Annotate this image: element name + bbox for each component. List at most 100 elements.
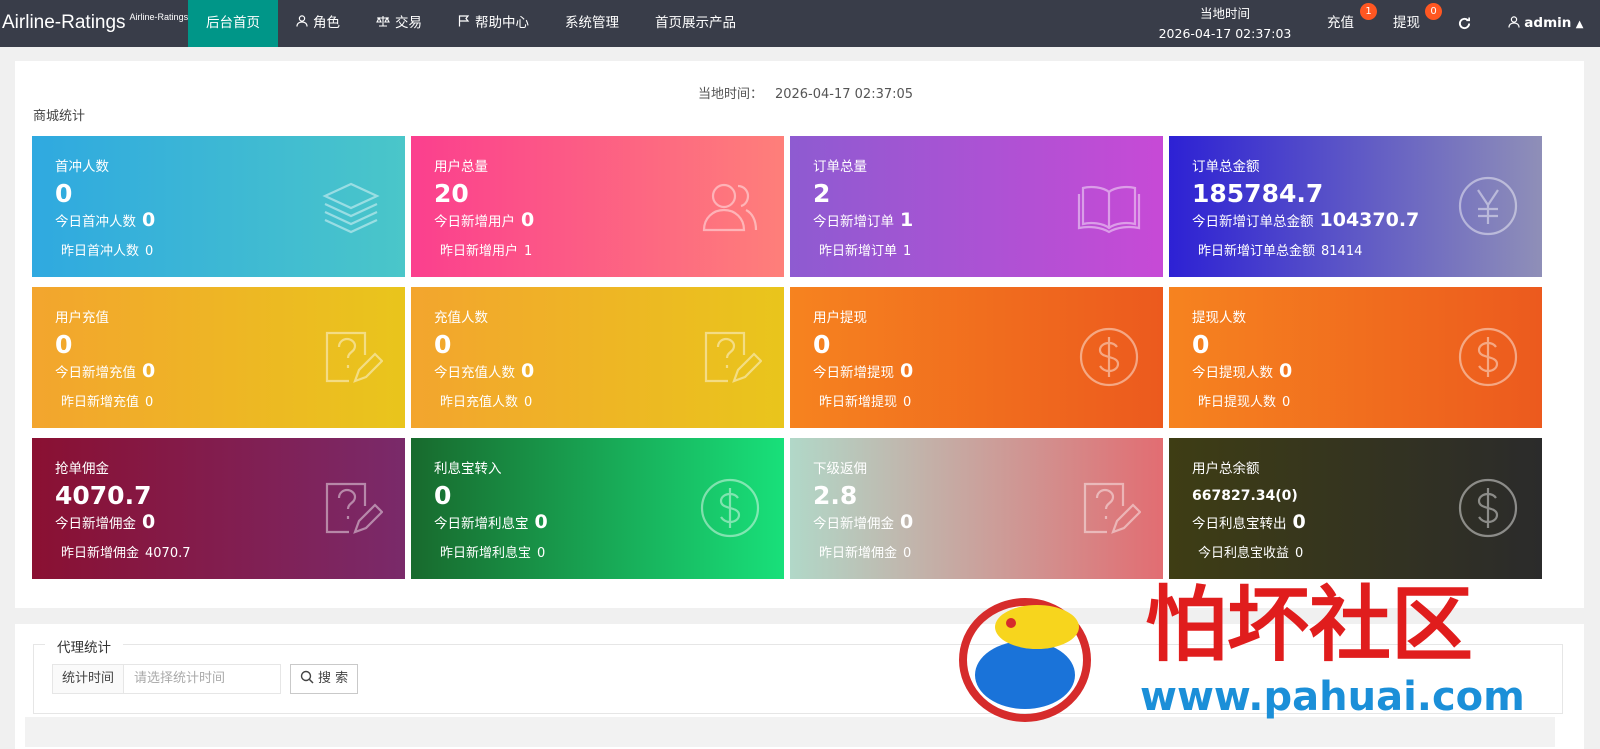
brand-sub: Airline-Ratings <box>129 12 189 22</box>
user-menu[interactable]: admin ▲ <box>1508 0 1583 47</box>
card-today: 今日利息宝转出 0 <box>1192 511 1306 533</box>
withdraw-badge: 0 <box>1425 3 1442 20</box>
caret-down-icon: ▲ <box>1575 19 1584 30</box>
card-yesterday-label: 昨日充值人数 <box>440 395 519 410</box>
yen-icon <box>1456 174 1520 238</box>
nav-trade[interactable]: 交易 <box>358 0 440 47</box>
local-time-label: 当地时间： <box>697 87 763 102</box>
card-yesterday-value: 0 <box>145 395 154 410</box>
card-value: 0 <box>434 481 452 510</box>
dollar-icon <box>698 476 762 540</box>
dollar-icon <box>1456 325 1520 389</box>
watermark-text: 怕坏社区 <box>1145 578 1473 673</box>
brand-name: Airline-Ratings <box>2 12 126 33</box>
card-today: 今日新增充值 0 <box>55 360 155 382</box>
card-today: 今日新增订单 1 <box>813 209 913 231</box>
card-yesterday: 昨日新增提现 0 <box>813 391 911 410</box>
card-today-value: 104370.7 <box>1319 209 1420 231</box>
card-yesterday: 昨日新增用户 1 <box>434 240 532 259</box>
nav-products[interactable]: 首页展示产品 <box>637 0 754 47</box>
card-today: 今日提现人数 0 <box>1192 360 1292 382</box>
nav-system-label: 系统管理 <box>565 15 619 31</box>
card-today: 今日新增佣金 0 <box>813 511 913 533</box>
stat-card[interactable]: 订单总金额 185784.7 今日新增订单总金额 104370.7 昨日新增订单总金额 8… <box>1169 136 1542 277</box>
card-yesterday: 昨日新增充值 0 <box>55 391 153 410</box>
flag-icon <box>458 0 470 47</box>
stat-card[interactable]: 用户提现 0 今日新增提现 0 昨日新增提现 0 <box>790 287 1163 428</box>
users-icon <box>698 174 762 238</box>
search-button[interactable]: 搜 索 <box>290 664 358 694</box>
stat-card[interactable]: 下级返佣 2.8 今日新增佣金 0 昨日新增佣金 0 <box>790 438 1163 579</box>
agent-legend: 代理统计 <box>45 636 123 656</box>
card-title: 下级返佣 <box>813 461 867 477</box>
card-today: 今日首冲人数 0 <box>55 209 155 231</box>
card-title: 用户充值 <box>55 310 109 326</box>
card-yesterday: 昨日首冲人数 0 <box>55 240 153 259</box>
watermark: 怕坏社区 www.pahuai.com <box>955 565 1555 735</box>
card-today-value: 0 <box>142 360 156 382</box>
card-today-value: 0 <box>900 360 914 382</box>
card-yesterday-label: 昨日新增佣金 <box>61 546 140 561</box>
card-yesterday: 昨日充值人数 0 <box>434 391 532 410</box>
card-today-value: 0 <box>521 360 535 382</box>
card-yesterday-label: 昨日提现人数 <box>1198 395 1277 410</box>
card-yesterday-label: 昨日新增订单 <box>819 244 898 259</box>
recharge-badge: 1 <box>1360 3 1377 20</box>
main-nav: 后台首页 角色 交易 帮助中心 系统管理 首页展示产品 <box>188 0 754 47</box>
dollar-icon <box>1456 476 1520 540</box>
card-today-label: 今日新增提现 <box>813 365 894 381</box>
local-time-value: 2026-04-17 02:37:05 <box>774 87 914 102</box>
card-value: 0 <box>813 330 831 359</box>
stat-card[interactable]: 提现人数 0 今日提现人数 0 昨日提现人数 0 <box>1169 287 1542 428</box>
card-yesterday-label: 昨日首冲人数 <box>61 244 140 259</box>
nav-home[interactable]: 后台首页 <box>188 0 278 47</box>
card-today: 今日新增订单总金额 104370.7 <box>1192 209 1419 231</box>
stat-card[interactable]: 用户充值 0 今日新增充值 0 昨日新增充值 0 <box>32 287 405 428</box>
edit-question-icon <box>1077 476 1142 540</box>
nav-help[interactable]: 帮助中心 <box>440 0 547 47</box>
card-today-label: 今日新增利息宝 <box>434 516 529 532</box>
nav-home-label: 后台首页 <box>206 15 260 31</box>
stat-time-input[interactable]: 请选择统计时间 <box>123 664 281 694</box>
search-icon <box>300 670 314 686</box>
brand-logo[interactable]: Airline-Ratings Airline-Ratings <box>2 12 188 34</box>
refresh-button[interactable] <box>1458 0 1471 47</box>
header-clock: 当地时间 2026-04-17 02:37:03 <box>1150 4 1300 44</box>
card-yesterday-value: 0 <box>524 395 533 410</box>
card-today-value: 0 <box>1292 511 1306 533</box>
recharge-label: 充值 <box>1327 15 1354 31</box>
stat-card[interactable]: 充值人数 0 今日充值人数 0 昨日充值人数 0 <box>411 287 784 428</box>
card-yesterday-value: 0 <box>1282 395 1291 410</box>
card-value: 2 <box>813 179 831 208</box>
recharge-button[interactable]: 充值 <box>1327 0 1354 47</box>
stat-card[interactable]: 抢单佣金 4070.7 今日新增佣金 0 昨日新增佣金 4070.7 <box>32 438 405 579</box>
card-yesterday-value: 4070.7 <box>145 546 191 561</box>
nav-roles[interactable]: 角色 <box>278 0 358 47</box>
stat-card[interactable]: 利息宝转入 0 今日新增利息宝 0 昨日新增利息宝 0 <box>411 438 784 579</box>
card-value: 4070.7 <box>55 481 152 510</box>
stat-card[interactable]: 用户总余额 667827.34(0) 今日利息宝转出 0 今日利息宝收益 0 <box>1169 438 1542 579</box>
card-title: 订单总金额 <box>1192 159 1260 175</box>
card-value: 20 <box>434 179 469 208</box>
card-yesterday-label: 昨日新增用户 <box>440 244 519 259</box>
card-yesterday-label: 昨日新增订单总金额 <box>1198 244 1316 259</box>
card-today-label: 今日新增订单 <box>813 214 894 230</box>
card-today: 今日新增佣金 0 <box>55 511 155 533</box>
dollar-icon <box>1077 325 1141 389</box>
card-today-value: 1 <box>900 209 914 231</box>
withdraw-button[interactable]: 提现 <box>1393 0 1420 47</box>
scale-icon <box>376 0 390 47</box>
stat-card[interactable]: 用户总量 20 今日新增用户 0 昨日新增用户 1 <box>411 136 784 277</box>
nav-system[interactable]: 系统管理 <box>547 0 637 47</box>
card-today-label: 今日充值人数 <box>434 365 515 381</box>
user-icon <box>296 0 308 47</box>
stat-time-label: 统计时间 <box>52 664 124 694</box>
user-icon <box>1508 15 1520 31</box>
top-navbar: Airline-Ratings Airline-Ratings 后台首页 角色 交… <box>0 0 1600 47</box>
withdraw-label: 提现 <box>1393 15 1420 31</box>
refresh-icon <box>1458 15 1471 31</box>
card-value: 2.8 <box>813 481 858 510</box>
user-name: admin <box>1524 15 1572 31</box>
stat-card[interactable]: 首冲人数 0 今日首冲人数 0 昨日首冲人数 0 <box>32 136 405 277</box>
stat-card[interactable]: 订单总量 2 今日新增订单 1 昨日新增订单 1 <box>790 136 1163 277</box>
